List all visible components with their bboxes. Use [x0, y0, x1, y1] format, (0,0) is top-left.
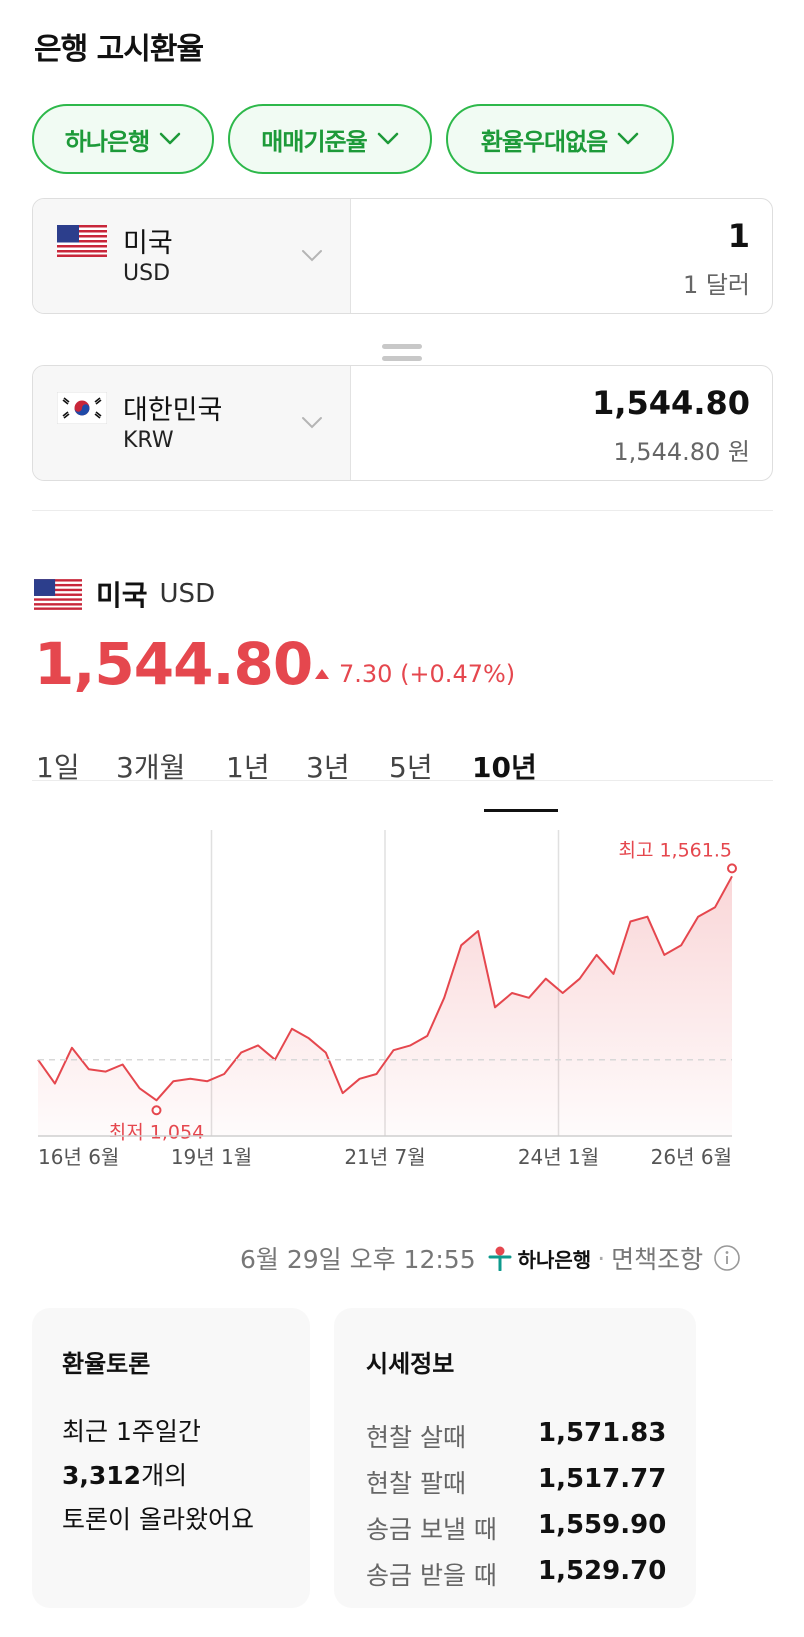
from-currency-select[interactable]: 미국 USD — [33, 199, 351, 313]
chevron-down-icon — [377, 132, 398, 145]
discussion-title: 환율토론 — [62, 1350, 151, 1378]
to-currency-code: KRW — [123, 428, 174, 453]
chart-x-tick-label: 19년 1월 — [171, 1145, 252, 1169]
from-currency-code: USD — [123, 261, 171, 286]
chart-x-tick-label: 24년 1월 — [518, 1145, 599, 1169]
cash-sell-label: 현찰 팔때 — [366, 1469, 466, 1498]
discussion-period: 최근 1주일간 — [62, 1417, 201, 1446]
hana-bank-logo-icon — [488, 1246, 512, 1271]
summary-country-name: 미국 — [96, 579, 148, 612]
remit-send-value: 1,559.90 — [538, 1510, 667, 1540]
chart-x-tick-label: 16년 6월 — [38, 1145, 119, 1169]
discussion-count-suffix: 개의 — [141, 1461, 188, 1490]
currency-summary-header: 미국 USD — [34, 574, 215, 614]
tabs-divider — [32, 780, 773, 781]
chevron-down-icon — [617, 132, 639, 145]
from-currency-box: 미국 USD 1 1 달러 — [32, 198, 773, 314]
disclaimer-link[interactable]: 면책조항 — [611, 1240, 703, 1276]
rate-type-filter-chip[interactable]: 매매기준율 — [228, 104, 432, 174]
rate-change: 7.30 (+0.47%) — [315, 660, 515, 688]
from-amount-value: 1 — [727, 217, 750, 255]
to-currency-select[interactable]: 대한민국 KRW — [33, 366, 351, 480]
chevron-down-icon — [159, 132, 181, 145]
to-currency-box: 대한민국 KRW 1,544.80 1,544.80 원 — [32, 365, 773, 481]
from-amount-input[interactable]: 1 1 달러 — [351, 199, 772, 313]
us-flag-icon — [57, 225, 107, 257]
rate-timestamp: 6월 29일 오후 12:55 — [240, 1245, 476, 1274]
chart-x-tick-label: 26년 6월 — [651, 1145, 732, 1169]
cash-buy-value: 1,571.83 — [538, 1418, 667, 1448]
rate-change-value: 7.30 (+0.47%) — [339, 660, 516, 688]
page-title: 은행 고시환율 — [34, 32, 204, 67]
current-rate: 1,544.80 — [34, 630, 313, 698]
from-amount-text: 1 달러 — [682, 271, 750, 299]
to-amount-value: 1,544.80 — [592, 384, 750, 422]
chart-min-point — [151, 1105, 162, 1116]
rate-type-filter-label: 매매기준율 — [261, 127, 367, 156]
preference-filter-label: 환율우대없음 — [480, 127, 608, 156]
chevron-down-icon — [302, 417, 322, 429]
info-icon[interactable] — [713, 1244, 741, 1272]
discussion-text: 토론이 올라왔어요 — [62, 1505, 254, 1534]
chart-max-label: 최고 1,561.5 — [618, 839, 732, 861]
equals-icon — [382, 344, 422, 362]
to-amount-text: 1,544.80 원 — [613, 438, 750, 466]
chart-x-tick-label: 21년 7월 — [344, 1145, 425, 1169]
remit-receive-label: 송금 받을 때 — [366, 1561, 497, 1590]
discussion-card[interactable]: 환율토론 최근 1주일간 3,312개의 토론이 올라왔어요 — [32, 1308, 310, 1608]
discussion-count-line: 3,312개의 — [62, 1456, 187, 1492]
section-divider — [32, 510, 773, 511]
rate-info-card[interactable]: 시세정보 현찰 살때 1,571.83 현찰 팔때 1,517.77 송금 보낼… — [334, 1308, 696, 1608]
summary-currency-code: USD — [159, 579, 216, 609]
to-amount-input[interactable]: 1,544.80 1,544.80 원 — [351, 366, 772, 480]
separator-dot: · — [597, 1243, 606, 1273]
kr-flag-icon — [57, 392, 107, 424]
cash-buy-label: 현찰 살때 — [366, 1423, 466, 1452]
chevron-down-icon — [302, 250, 322, 262]
cash-sell-value: 1,517.77 — [538, 1464, 667, 1494]
up-triangle-icon — [315, 669, 329, 679]
rate-info-title: 시세정보 — [366, 1350, 455, 1378]
to-country-name: 대한민국 — [123, 395, 223, 426]
bank-name: 하나은행 — [517, 1247, 592, 1272]
exchange-rate-chart: 최고 1,561.5 최저 1,054 16년 6월 19년 1월 21년 7월 24년… — [37, 830, 737, 1169]
discussion-count: 3,312 — [62, 1461, 142, 1490]
active-tab-indicator — [484, 809, 558, 812]
remit-receive-value: 1,529.70 — [538, 1556, 667, 1586]
rate-meta: 6월 29일 오후 12:55 하나은행 · 면책조항 — [240, 1240, 741, 1276]
bank-filter-chip[interactable]: 하나은행 — [32, 104, 214, 174]
remit-send-label: 송금 보낼 때 — [366, 1515, 497, 1544]
from-country-name: 미국 — [123, 228, 173, 259]
us-flag-icon — [34, 578, 82, 610]
bank-filter-label: 하나은행 — [64, 127, 150, 156]
chart-max-point — [727, 863, 737, 874]
preference-filter-chip[interactable]: 환율우대없음 — [446, 104, 674, 174]
chart-min-label: 최저 1,054 — [109, 1121, 204, 1143]
